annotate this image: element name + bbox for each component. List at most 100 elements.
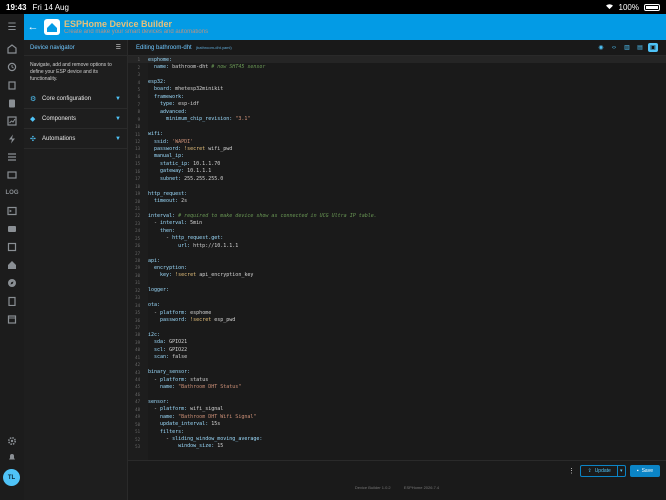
code-line[interactable]: 2 name: bathroom-dht # now SHT45 sensor: [128, 63, 666, 70]
lightning-icon[interactable]: [0, 130, 24, 148]
code-line[interactable]: 33: [128, 294, 666, 301]
code-line[interactable]: 28 api:: [128, 257, 666, 264]
code-line[interactable]: 42: [128, 361, 666, 368]
line-number: 16: [135, 168, 140, 174]
avatar[interactable]: TL: [3, 469, 20, 486]
code-line[interactable]: 15 static_ip: 10.1.1.70: [128, 160, 666, 167]
code-line[interactable]: 12 ssid: 'WAPDI': [128, 138, 666, 145]
nav-item-label: Core configuration: [42, 95, 92, 102]
line-number: 14: [135, 153, 140, 159]
code-line[interactable]: 34 ota:: [128, 301, 666, 308]
code-text: - platform: status: [148, 376, 209, 383]
list-icon[interactable]: [0, 148, 24, 166]
media-icon[interactable]: [0, 220, 24, 238]
code-line[interactable]: 22 interval: # required to make device sh…: [128, 212, 666, 219]
code-line[interactable]: 49 name: "Bathroom DHT Wifi Signal": [128, 413, 666, 420]
code-line[interactable]: 21: [128, 205, 666, 212]
code-line[interactable]: 31: [128, 279, 666, 286]
code-line[interactable]: 4 esp32:: [128, 78, 666, 85]
code-line[interactable]: 40 scl: GPIO22: [128, 346, 666, 353]
devices-icon[interactable]: [0, 166, 24, 184]
line-number: 27: [135, 250, 140, 256]
code-line[interactable]: 20 timeout: 2s: [128, 197, 666, 204]
box-icon[interactable]: [0, 238, 24, 256]
code-line[interactable]: 11 wifi:: [128, 130, 666, 137]
overview-icon[interactable]: [0, 40, 24, 58]
code-line[interactable]: 29 encryption:: [128, 264, 666, 271]
calendar-icon[interactable]: [0, 310, 24, 328]
code-line[interactable]: 52 - sliding_window_moving_average:: [128, 435, 666, 442]
code-text: i2c:: [148, 331, 161, 338]
chart-icon[interactable]: [0, 112, 24, 130]
code-view-icon[interactable]: ‹›: [609, 43, 619, 52]
energy-icon[interactable]: [0, 76, 24, 94]
code-line[interactable]: 46: [128, 391, 666, 398]
save-button[interactable]: ▪ Save: [629, 465, 660, 477]
code-line[interactable]: 6 framework:: [128, 93, 666, 100]
code-line[interactable]: 50 update_interval: 15s: [128, 420, 666, 427]
notifications-icon[interactable]: [0, 448, 24, 466]
code-line[interactable]: 10: [128, 123, 666, 130]
code-line[interactable]: 17 subnet: 255.255.255.0: [128, 175, 666, 182]
code-line[interactable]: 27: [128, 249, 666, 256]
code-line[interactable]: 44 - platform: status: [128, 376, 666, 383]
code-line[interactable]: 13 password: !secret wifi_pwd: [128, 145, 666, 152]
layout-split-icon[interactable]: ▥: [622, 43, 632, 52]
code-line[interactable]: 26 url: http://10.1.1.1: [128, 242, 666, 249]
code-line[interactable]: 19 http_request:: [128, 190, 666, 197]
code-line[interactable]: 16 gateway: 10.1.1.1: [128, 168, 666, 175]
code-line[interactable]: 47 sensor:: [128, 398, 666, 405]
code-line[interactable]: 32 logger:: [128, 287, 666, 294]
more-options-icon[interactable]: ⋮: [566, 465, 576, 477]
code-line[interactable]: 9 minimum_chip_revision: "3.1": [128, 116, 666, 123]
code-line[interactable]: 18: [128, 182, 666, 189]
layout-editor-icon[interactable]: ▣: [648, 43, 658, 52]
code-line[interactable]: 39 sda: GPIO21: [128, 339, 666, 346]
code-line[interactable]: 8 advanced:: [128, 108, 666, 115]
code-text: framework:: [148, 93, 185, 100]
terminal-icon[interactable]: [0, 202, 24, 220]
code-line[interactable]: 25 - http_request.get:: [128, 235, 666, 242]
nav-item-automations[interactable]: ✣ Automations ▼: [24, 129, 127, 149]
editor-footer: ⋮ ⇪ Update ▾ ▪ Save Device Builder 1.0.2 …: [128, 460, 666, 500]
menu-icon[interactable]: ☰: [0, 14, 24, 40]
code-line[interactable]: 1 esphome:: [128, 56, 666, 64]
code-line[interactable]: 43 binary_sensor:: [128, 368, 666, 375]
code-line[interactable]: 53 window_size: 15: [128, 443, 666, 450]
log-icon[interactable]: LOG: [0, 184, 24, 202]
code-line[interactable]: 38 i2c:: [128, 331, 666, 338]
code-text: sda: GPIO21: [148, 339, 188, 346]
home-icon[interactable]: [0, 256, 24, 274]
code-editor[interactable]: 1 esphome: 2 name: bathroom-dht # now SHT4…: [128, 56, 666, 460]
code-line[interactable]: 37: [128, 324, 666, 331]
eye-icon[interactable]: ◉: [596, 43, 606, 52]
code-line[interactable]: 30 key: !secret api_encryption_key: [128, 272, 666, 279]
hamburger-icon[interactable]: ☰: [116, 44, 121, 51]
history-icon[interactable]: [0, 58, 24, 76]
code-line[interactable]: 3: [128, 71, 666, 78]
compass-icon[interactable]: [0, 274, 24, 292]
line-number: 3: [137, 72, 140, 78]
nav-item-components[interactable]: ◆ Components ▼: [24, 109, 127, 129]
code-line[interactable]: 7 type: esp-idf: [128, 101, 666, 108]
nav-item-core-configuration[interactable]: ⚙ Core configuration ▼: [24, 89, 127, 109]
code-line[interactable]: 23 - interval: 5min: [128, 220, 666, 227]
code-line[interactable]: 24 then:: [128, 227, 666, 234]
line-number: 20: [135, 198, 140, 204]
code-line[interactable]: 48 - platform: wifi_signal: [128, 406, 666, 413]
update-button[interactable]: ⇪ Update ▾: [580, 465, 626, 477]
code-line[interactable]: 45 name: "Bathroom DHT Status": [128, 383, 666, 390]
code-line[interactable]: 36 password: !secret esp_pwd: [128, 316, 666, 323]
update-dropdown-icon[interactable]: ▾: [616, 466, 625, 476]
code-line[interactable]: 14 manual_ip:: [128, 153, 666, 160]
line-number: 2: [137, 64, 140, 70]
clipboard-icon[interactable]: [0, 94, 24, 112]
back-arrow-icon[interactable]: ←: [24, 21, 42, 33]
code-line[interactable]: 5 board: mhetesp32minikit: [128, 86, 666, 93]
layout-columns-icon[interactable]: ▤: [635, 43, 645, 52]
code-line[interactable]: 51 filters:: [128, 428, 666, 435]
ha-sidebar: ☰ LOG TL: [0, 14, 24, 500]
code-line[interactable]: 41 scan: false: [128, 354, 666, 361]
clipboard-list-icon[interactable]: [0, 292, 24, 310]
code-line[interactable]: 35 - platform: esphome: [128, 309, 666, 316]
